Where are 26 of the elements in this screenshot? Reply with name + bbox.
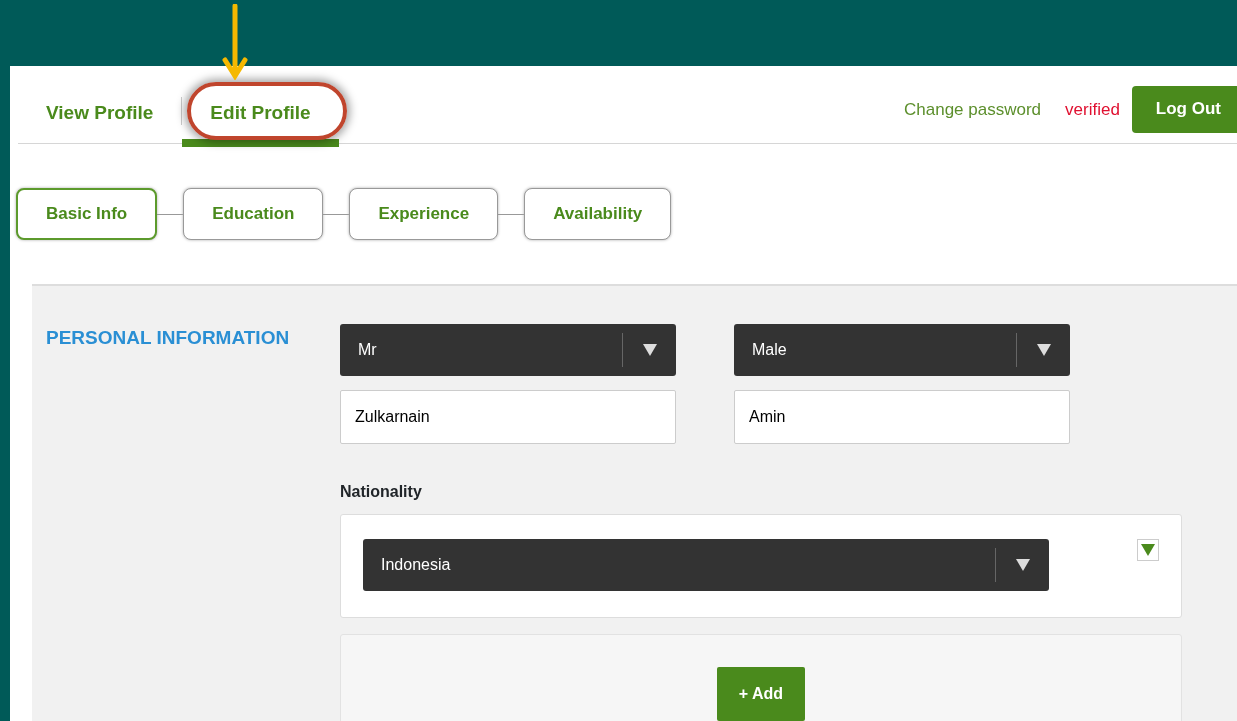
field-label: Nationality (340, 482, 423, 502)
step-tab[interactable]: Experience (349, 188, 499, 240)
verified-status: verified (1065, 98, 1120, 121)
dropdown-value: Male (752, 340, 787, 360)
step-tab[interactable]: Basic Info (16, 188, 158, 240)
dropdown-arrow-icon (1141, 544, 1155, 556)
dropdown-arrow-icon (1036, 344, 1051, 356)
dropdown-value: Indonesia (381, 555, 451, 575)
step-tab[interactable]: Education (183, 188, 324, 240)
add-button[interactable]: + Add (717, 667, 805, 721)
arrow-icon (222, 4, 248, 80)
expand-toggle[interactable] (1137, 539, 1159, 561)
dropdown-arrow-icon (1015, 559, 1030, 571)
profile-tab[interactable]: View Profile (18, 98, 182, 147)
profile-tab[interactable]: Edit Profile (182, 98, 339, 147)
dropdown-arrow-icon (642, 344, 657, 356)
text-input[interactable]: Zulkarnain (340, 390, 676, 444)
logout-button[interactable]: Log Out (1131, 85, 1237, 133)
step-tab[interactable]: Availability (524, 188, 672, 240)
text-input[interactable]: Amin (734, 390, 1070, 444)
section-title: PERSONAL INFORMATION (45, 326, 291, 350)
dropdown[interactable]: Mr (340, 324, 676, 376)
change-password-link[interactable]: Change password (904, 96, 1042, 122)
dropdown-value: Mr (358, 340, 377, 360)
dropdown[interactable]: Indonesia (363, 539, 1049, 591)
dropdown[interactable]: Male (734, 324, 1070, 376)
